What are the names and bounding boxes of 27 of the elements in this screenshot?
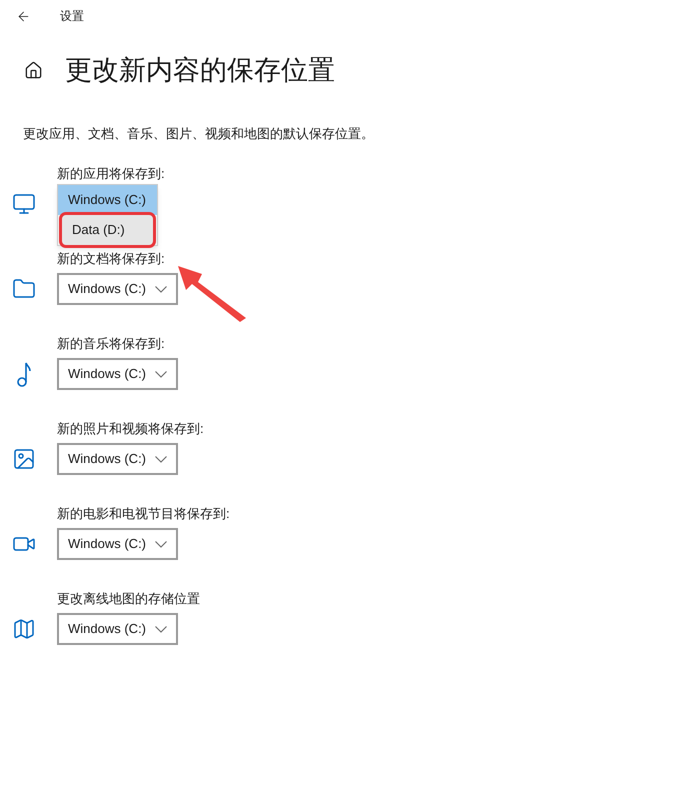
chevron-down-icon [155, 456, 167, 462]
dropdown-option[interactable]: Data (D:) [62, 215, 153, 245]
chevron-down-icon [155, 370, 167, 378]
section-label: 新的应用将保存到: [56, 165, 165, 183]
music-note-icon [16, 361, 30, 387]
section-label: 新的文档将保存到: [56, 250, 165, 268]
section-label: 更改离线地图的存储位置 [56, 590, 200, 608]
map-icon [12, 617, 36, 641]
window-title: 设置 [60, 8, 84, 25]
page-title: 更改新内容的保存位置 [65, 54, 335, 87]
drive-dropdown[interactable]: Windows (C:) [57, 443, 178, 475]
drive-dropdown[interactable]: Windows (C:) [57, 358, 178, 390]
chevron-down-icon [155, 540, 167, 548]
drive-dropdown[interactable]: Windows (C:) [57, 273, 178, 305]
folder-icon [12, 277, 36, 301]
home-icon[interactable] [24, 60, 43, 80]
chevron-down-icon [155, 626, 167, 632]
drive-dropdown[interactable]: Windows (C:) [57, 613, 178, 645]
drive-dropdown[interactable]: Windows (C:) [57, 528, 178, 560]
page-description: 更改应用、文档、音乐、图片、视频和地图的默认保存位置。 [22, 125, 375, 143]
section-label: 新的电影和电视节目将保存到: [56, 505, 230, 523]
section-label: 新的照片和视频将保存到: [56, 420, 204, 438]
image-icon [12, 447, 36, 471]
chevron-down-icon [155, 286, 167, 292]
dropdown-option[interactable]: Windows (C:) [58, 185, 157, 215]
monitor-icon [12, 192, 36, 216]
section-label: 新的音乐将保存到: [56, 335, 165, 353]
